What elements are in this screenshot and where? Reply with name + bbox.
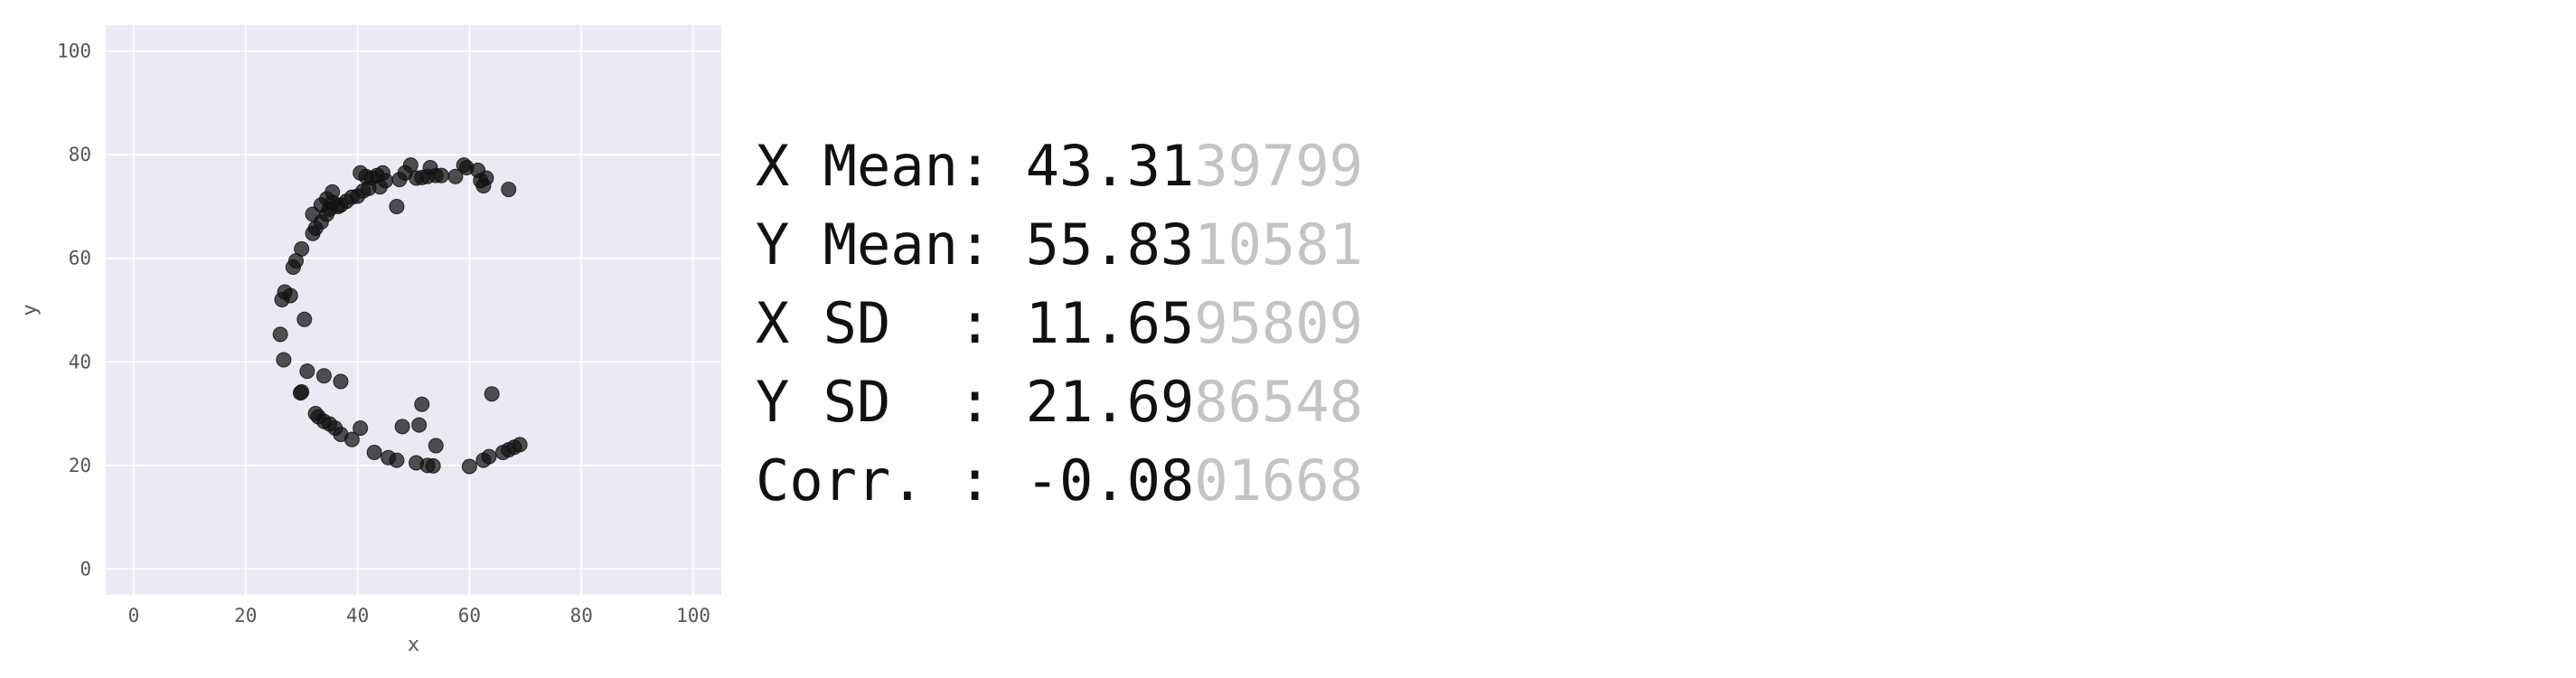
stat-row-y-sd: Y SD : 21.6986548 (756, 363, 1363, 441)
data-point (333, 373, 349, 390)
stat-row-correlation: Corr. : -0.0801668 (756, 441, 1363, 520)
data-point (461, 458, 477, 475)
data-point (324, 184, 341, 200)
y-axis-label: y (19, 304, 42, 315)
stat-value: 43.31 (1025, 133, 1195, 199)
stat-value: 55.83 (1025, 212, 1195, 278)
x-tick-label: 60 (458, 605, 481, 626)
data-point (512, 437, 528, 453)
data-point (296, 311, 313, 327)
x-axis-label: x (408, 634, 419, 656)
data-point (481, 448, 497, 465)
plot-background (106, 25, 721, 595)
data-point (425, 457, 441, 474)
data-point (484, 386, 500, 402)
data-point (414, 396, 430, 412)
summary-statistics: X Mean: 43.3139799 Y Mean: 55.8310581 X … (756, 127, 1363, 520)
data-point (315, 368, 332, 384)
y-tick-label: 40 (69, 351, 91, 372)
stat-label: Y SD : (756, 369, 1026, 435)
y-tick-label: 20 (69, 455, 91, 476)
stat-value-extra-digits: 10581 (1194, 212, 1363, 278)
stat-value: -0.08 (1025, 447, 1195, 513)
data-point (411, 417, 428, 433)
stat-value: 21.69 (1025, 369, 1195, 435)
data-point (276, 352, 292, 368)
stat-row-x-sd: X SD : 11.6595809 (756, 284, 1363, 363)
data-point (353, 420, 369, 437)
stat-label: X SD : (756, 290, 1026, 356)
data-point (501, 182, 517, 198)
x-tick-label: 80 (570, 605, 593, 626)
stat-row-y-mean: Y Mean: 55.8310581 (756, 205, 1363, 284)
data-point (473, 173, 489, 189)
data-point (389, 452, 405, 468)
stat-value-extra-digits: 01668 (1194, 447, 1363, 513)
data-point (428, 438, 444, 454)
data-point (389, 198, 405, 214)
x-tick-label: 40 (346, 605, 369, 626)
stat-value: 11.65 (1025, 290, 1195, 356)
stat-label: X Mean: (756, 133, 1026, 199)
data-point (294, 383, 310, 400)
x-tick-labels: 0 20 40 60 80 100 (128, 605, 710, 626)
stat-label: Y Mean: (756, 212, 1026, 278)
y-tick-label: 0 (80, 558, 91, 579)
x-tick-label: 20 (234, 605, 257, 626)
y-tick-labels: 0 20 40 60 80 100 (57, 41, 91, 580)
stat-value-extra-digits: 39799 (1194, 133, 1363, 199)
data-point (371, 179, 388, 195)
y-tick-label: 80 (69, 144, 91, 165)
data-point (366, 445, 382, 460)
stat-label: Corr. : (756, 447, 1026, 513)
scatter-chart: 0 20 40 60 80 100 0 20 40 60 80 100 x y (19, 25, 721, 656)
data-point (282, 287, 298, 304)
stat-value-extra-digits: 86548 (1194, 369, 1363, 435)
stat-row-x-mean: X Mean: 43.3139799 (756, 127, 1363, 205)
data-point (433, 167, 449, 184)
data-point (294, 240, 310, 257)
y-tick-label: 100 (57, 41, 91, 62)
y-tick-label: 60 (69, 248, 91, 269)
stat-value-extra-digits: 95809 (1194, 290, 1363, 356)
x-tick-label: 0 (128, 605, 140, 626)
data-point (394, 419, 410, 435)
x-tick-label: 100 (676, 605, 710, 626)
data-point (299, 363, 315, 380)
data-point (272, 326, 288, 343)
data-point (402, 157, 418, 174)
